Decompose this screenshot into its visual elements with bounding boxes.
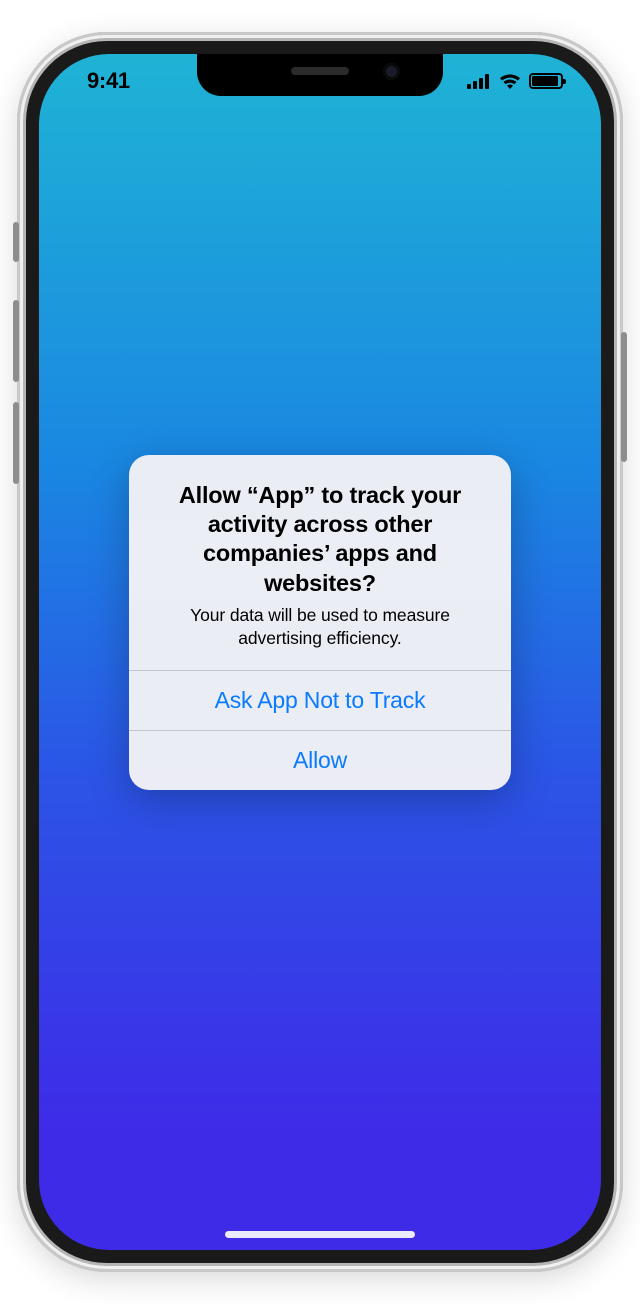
iphone-device-frame: 9:41 <box>17 32 623 1272</box>
alert-backdrop: Allow “App” to track your activity acros… <box>39 54 601 1250</box>
front-camera <box>383 63 400 80</box>
status-time: 9:41 <box>87 68 130 94</box>
ask-app-not-to-track-button[interactable]: Ask App Not to Track <box>129 670 511 730</box>
status-icons <box>467 73 563 89</box>
screen: 9:41 <box>39 54 601 1250</box>
home-indicator[interactable] <box>225 1231 415 1238</box>
alert-subtitle: Your data will be used to measure advert… <box>153 604 487 650</box>
side-power-button <box>621 332 627 462</box>
battery-icon <box>529 73 563 89</box>
silence-switch <box>13 222 19 262</box>
notch <box>197 54 443 96</box>
allow-button[interactable]: Allow <box>129 730 511 790</box>
volume-up-button <box>13 300 19 382</box>
volume-down-button <box>13 402 19 484</box>
alert-title: Allow “App” to track your activity acros… <box>153 481 487 599</box>
cellular-signal-icon <box>467 74 491 89</box>
wifi-icon <box>499 73 521 89</box>
alert-header: Allow “App” to track your activity acros… <box>129 455 511 670</box>
app-tracking-alert: Allow “App” to track your activity acros… <box>129 455 511 790</box>
speaker-grille <box>291 67 349 75</box>
